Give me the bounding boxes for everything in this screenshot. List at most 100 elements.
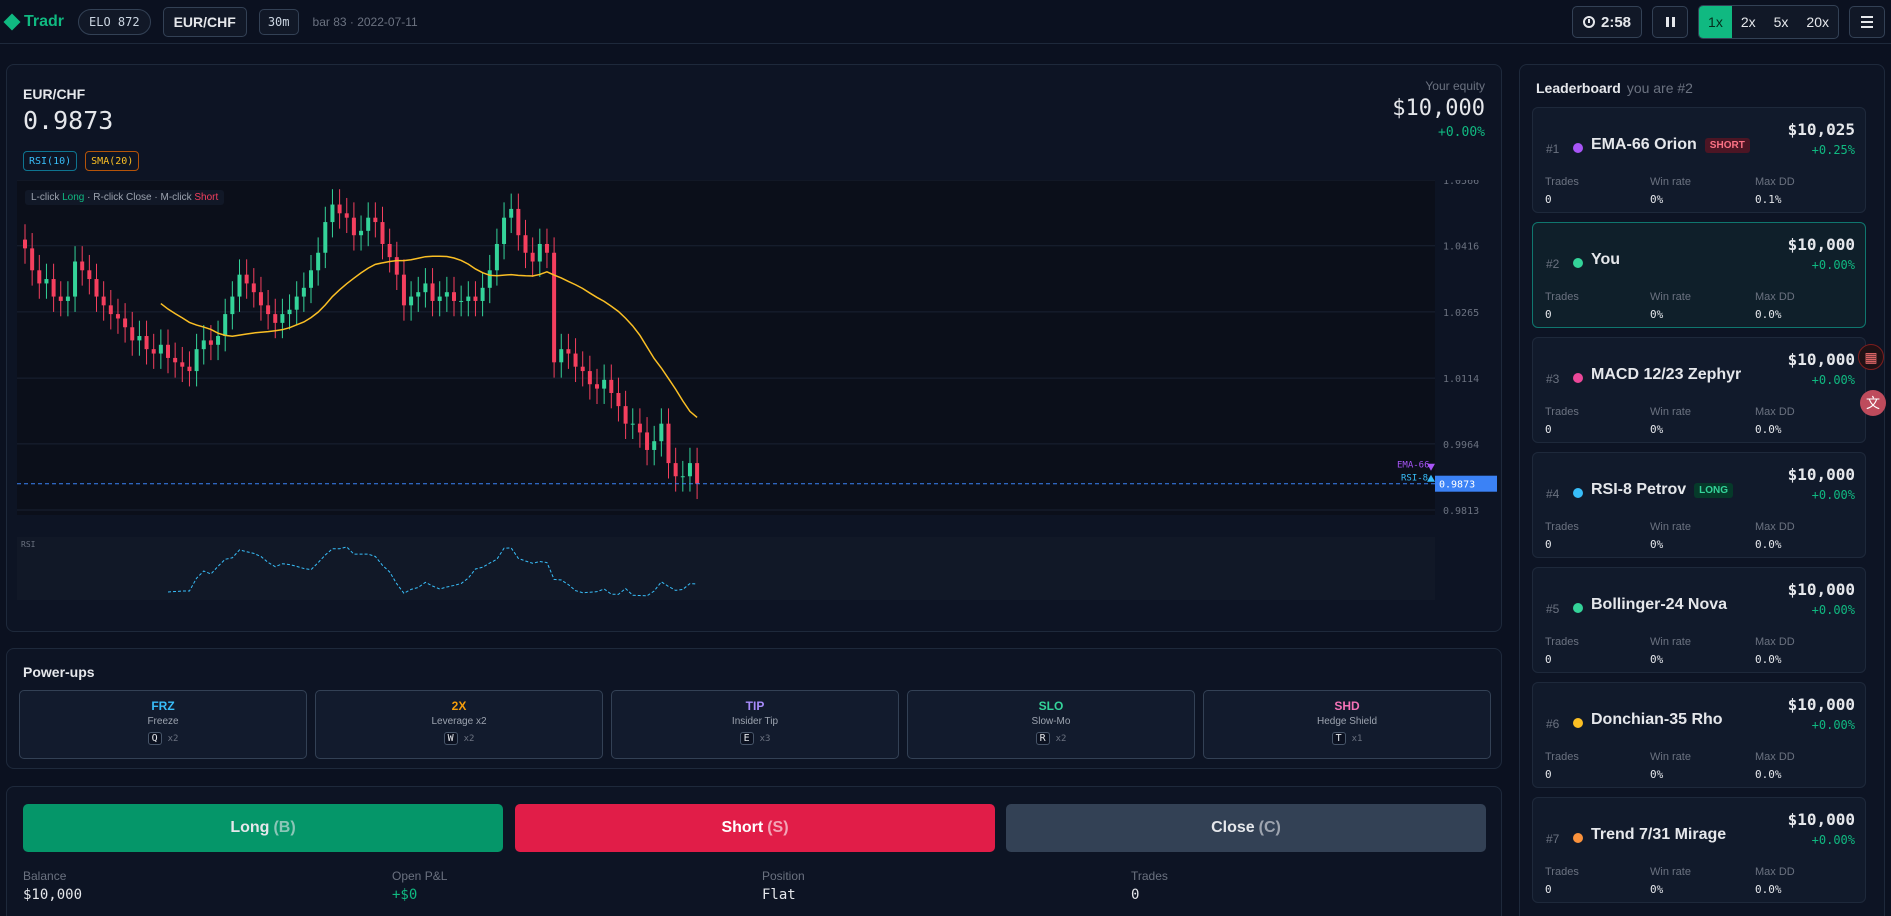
candle-body [623, 406, 628, 424]
candle-body [44, 279, 49, 284]
candle-body [573, 353, 578, 367]
stat-winrate: 0% [1650, 653, 1664, 666]
candle-body [73, 261, 78, 297]
speed-selector: 1x 2x 5x 20x [1698, 5, 1839, 39]
timeframe-selector[interactable]: 30m [258, 8, 299, 35]
candle-body [494, 243, 499, 271]
candle-body [230, 296, 235, 315]
rank: #1 [1546, 142, 1560, 156]
candle-body [287, 309, 292, 315]
pause-button[interactable] [1652, 6, 1689, 38]
price-chart[interactable]: 1.0566 1.0416 1.0265 1.0114 0.9964 0.9813 0.98… [17, 176, 1497, 605]
pair-selector[interactable]: EUR/CHF [162, 6, 247, 37]
rsi-pane-bg [17, 537, 1435, 605]
candle-body [695, 463, 700, 484]
candle-body [687, 463, 692, 477]
trader-name: You [1591, 251, 1620, 269]
leaderboard-entry[interactable]: #7 Trend 7/31 Mirage $10,000 +0.00% Trad… [1532, 797, 1866, 903]
candle-body [23, 239, 27, 249]
bot-marker-label: RSI-8 [1401, 474, 1428, 484]
candle-body [115, 314, 120, 319]
rank: #3 [1546, 372, 1560, 386]
status-dot [1573, 718, 1583, 728]
stat-trades: 0 [1545, 883, 1552, 896]
stat-label: Win rate [1650, 751, 1691, 763]
round-timer: 2:58 [1572, 6, 1643, 38]
stat-maxdd: 0.1% [1755, 193, 1782, 206]
click-hint: L-click Long · R-click Close · M-click S… [25, 190, 225, 205]
hint-long: Long [62, 192, 85, 203]
candle-body [123, 318, 128, 328]
powerup-frz[interactable]: FRZ Freeze Qx2 [19, 690, 307, 759]
powerup-code: 2X [451, 699, 467, 713]
powerup-code: FRZ [151, 699, 175, 713]
stat-label: Trades [1545, 176, 1579, 188]
stat-label: Win rate [1650, 866, 1691, 878]
stat-trades: 0 [1545, 193, 1552, 206]
leaderboard-entry[interactable]: #5 Bollinger-24 Nova $10,000 +0.00% Trad… [1532, 567, 1866, 673]
indicator-chip-sma[interactable]: SMA(20) [85, 151, 140, 171]
speed-option-5x[interactable]: 5x [1765, 6, 1798, 38]
candle-body [580, 366, 585, 372]
candle-body [630, 423, 635, 425]
menu-button[interactable] [1849, 6, 1885, 38]
stat-open-p-l: Open P&L +$0 [392, 869, 447, 903]
leaderboard-entry[interactable]: #1 EMA-66 Orion SHORT $10,025 +0.25% Trad… [1532, 107, 1866, 213]
stat-value: $10,000 [23, 887, 83, 903]
translate-icon[interactable]: 文 [1860, 390, 1886, 416]
powerup-key: R [1035, 732, 1050, 745]
long-button[interactable]: Long (B) [23, 804, 503, 852]
candle-body [509, 208, 514, 218]
candle-body [337, 204, 342, 214]
leaderboard-entry[interactable]: #6 Donchian-35 Rho $10,000 +0.00% Trades… [1532, 682, 1866, 788]
candle-body [301, 287, 306, 297]
short-button[interactable]: Short (S) [515, 804, 995, 852]
timer-value: 2:58 [1601, 13, 1632, 31]
candle-body [502, 217, 507, 244]
stat-label: Win rate [1650, 636, 1691, 648]
powerup-tip[interactable]: TIP Insider Tip Ex3 [611, 690, 899, 759]
stat-trades: 0 [1545, 538, 1552, 551]
leaderboard-entry[interactable]: #2 You $10,000 +0.00% Trades 0 Win rate 0%… [1532, 222, 1866, 328]
candle-body [387, 243, 392, 258]
candle-body [416, 292, 421, 297]
trader-change: +0.00% [1811, 833, 1855, 847]
powerup-name: Insider Tip [731, 716, 779, 727]
powerup-name: Leverage x2 [431, 716, 487, 727]
candle-body [187, 366, 192, 372]
indicator-chip-rsi[interactable]: RSI(10) [23, 151, 78, 171]
candle-body [359, 230, 364, 236]
trader-name-text: Bollinger-24 Nova [1591, 596, 1728, 613]
speed-option-1x[interactable]: 1x [1699, 6, 1732, 38]
speed-option-20x[interactable]: 20x [1797, 6, 1838, 38]
chart-plot-bg [17, 180, 1435, 515]
widget-grid-icon[interactable]: ▦ [1858, 344, 1884, 370]
stat-label: Open P&L [392, 869, 448, 883]
speed-option-2x[interactable]: 2x [1732, 6, 1765, 38]
powerup-shd[interactable]: SHD Hedge Shield Tx1 [1203, 690, 1491, 759]
candle-body [587, 371, 592, 385]
powerup-2x[interactable]: 2X Leverage x2 Wx2 [315, 690, 603, 759]
trader-name-text: RSI-8 Petrov [1591, 481, 1687, 498]
candle-body [652, 441, 657, 450]
stat-value: +$0 [392, 887, 418, 903]
leaderboard-entry[interactable]: #4 RSI-8 Petrov LONG $10,000 +0.00% Trade… [1532, 452, 1866, 558]
candle-body [65, 296, 70, 301]
status-dot [1573, 603, 1583, 613]
candle-body [523, 235, 528, 253]
powerup-key: W [443, 732, 458, 745]
stat-label: Balance [23, 869, 67, 883]
stat-trades: 0 [1545, 423, 1552, 436]
stat-winrate: 0% [1650, 538, 1664, 551]
stat-trades: Trades 0 [1131, 869, 1168, 903]
powerup-count: x2 [1055, 733, 1067, 744]
leaderboard-entry[interactable]: #3 MACD 12/23 Zephyr $10,000 +0.00% Trad… [1532, 337, 1866, 443]
candle-body [273, 314, 278, 323]
stat-label: Max DD [1755, 406, 1795, 418]
powerup-slo[interactable]: SLO Slow-Mo Rx2 [907, 690, 1195, 759]
trader-equity: $10,000 [1787, 350, 1855, 369]
close-button[interactable]: Close (C) [1006, 804, 1486, 852]
candle-body [394, 257, 399, 275]
candle-body [194, 349, 199, 372]
chart-canvas[interactable]: 1.0566 1.0416 1.0265 1.0114 0.9964 0.9813 0.98… [17, 176, 1497, 605]
